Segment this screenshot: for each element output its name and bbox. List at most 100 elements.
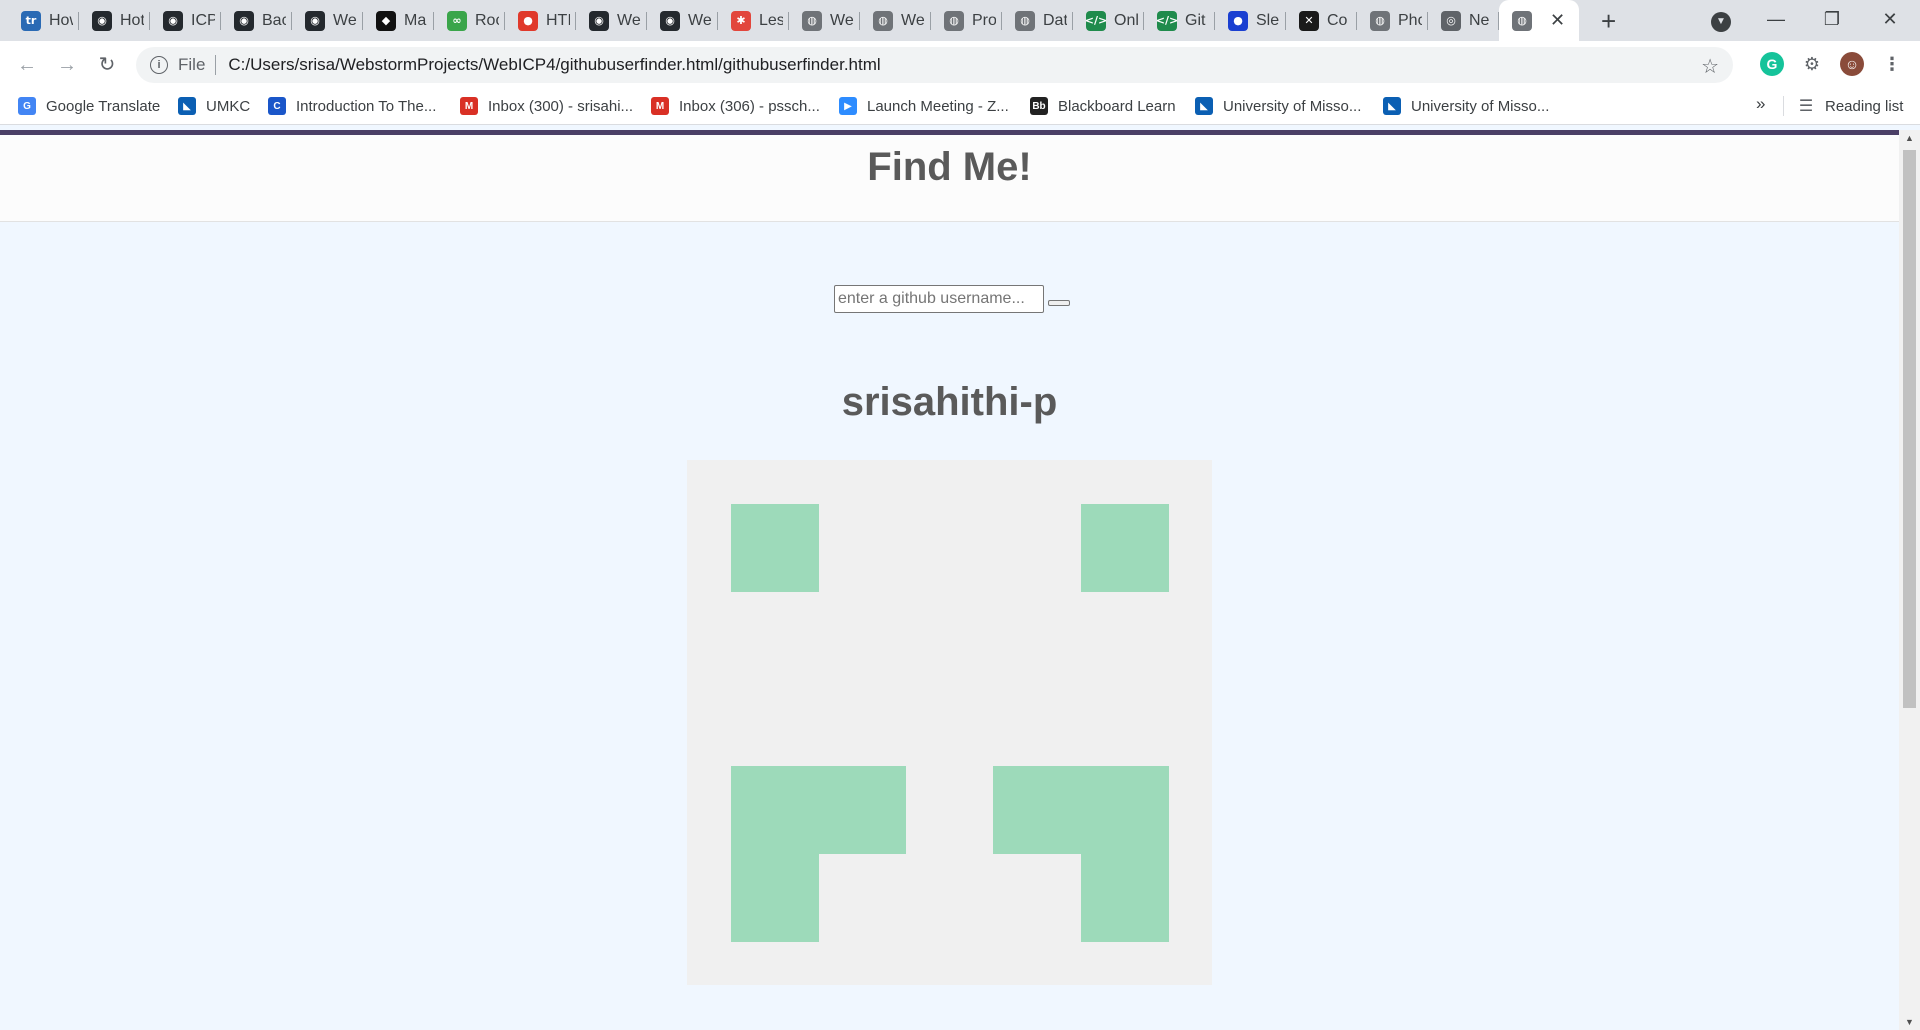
username-search-input[interactable]	[834, 285, 1044, 313]
gear-icon: ✱	[731, 10, 751, 31]
umkc-icon: ◣	[1195, 97, 1213, 115]
globe-icon: ◍	[1370, 10, 1390, 31]
tab-title: Onl	[1114, 11, 1138, 29]
extensions-icon[interactable]: ⚙	[1800, 52, 1824, 76]
browser-tab[interactable]: ◉ Bac	[221, 0, 292, 41]
bookmark-label: Blackboard Learn	[1058, 97, 1176, 115]
address-separator	[215, 55, 217, 75]
scroll-thumb[interactable]	[1903, 150, 1916, 708]
browser-tab[interactable]: ◉ We	[576, 0, 647, 41]
bookmark-item[interactable]: ◣ UMKC	[178, 97, 250, 115]
github-icon: ◉	[660, 10, 680, 31]
address-bar[interactable]: i File C:/Users/srisa/WebstormProjects/W…	[136, 47, 1733, 83]
avatar-block	[1080, 504, 1169, 592]
username-heading: srisahithi-p	[841, 380, 1058, 424]
close-tab-icon[interactable]: ✕	[1550, 10, 1565, 31]
code-icon: </>	[1085, 10, 1107, 31]
github-icon: ◉	[163, 10, 183, 31]
tab-title: Hot	[120, 11, 144, 29]
bookmark-item[interactable]: ◣ University of Misso...	[1383, 97, 1549, 115]
browser-tab[interactable]: ◉ Hot	[79, 0, 150, 41]
browser-tab[interactable]: tr How	[8, 0, 79, 41]
new-tab-button[interactable]: +	[1601, 8, 1616, 34]
url-text[interactable]: C:/Users/srisa/WebstormProjects/WebICP4/…	[228, 55, 880, 75]
reading-list-button[interactable]: ☰ Reading list	[1797, 97, 1904, 116]
bookmark-label: Inbox (300) - srisahi...	[488, 97, 634, 115]
bookmark-item[interactable]: G Google Translate	[18, 97, 160, 115]
bookmark-item[interactable]: M Inbox (300) - srisahi...	[460, 97, 633, 115]
bookmark-star-icon[interactable]: ☆	[1701, 54, 1719, 79]
browser-tab[interactable]: ◉ We	[647, 0, 718, 41]
restore-icon[interactable]: ❐	[1804, 0, 1860, 41]
reload-icon[interactable]: ↻	[93, 51, 121, 79]
close-window-icon[interactable]: ✕	[1862, 0, 1918, 41]
browser-tab[interactable]: ◍ Pro	[931, 0, 1002, 41]
tab-title: Pho	[1398, 11, 1422, 29]
reading-list-label: Reading list	[1825, 97, 1904, 115]
avatar-block	[1080, 766, 1169, 855]
browser-tab[interactable]: ◉ ICP	[150, 0, 221, 41]
minimize-icon[interactable]: —	[1748, 0, 1804, 41]
github-icon: ◉	[305, 10, 325, 31]
avatar-block	[731, 504, 819, 592]
browser-tab[interactable]: ◍ We	[860, 0, 931, 41]
menu-icon[interactable]: ⋮	[1880, 52, 1904, 76]
tab-title: Bac	[262, 11, 286, 29]
browser-tab[interactable]: ✱ Les	[718, 0, 789, 41]
search-button[interactable]	[1048, 300, 1070, 306]
browser-tab[interactable]: ◍ Pho	[1357, 0, 1428, 41]
bookmark-label: Launch Meeting - Z...	[867, 97, 1009, 115]
bookmark-item[interactable]: ▶ Launch Meeting - Z...	[839, 97, 1009, 115]
bookmark-item[interactable]: ◣ University of Misso...	[1195, 97, 1361, 115]
browser-tab[interactable]: ● HTI	[505, 0, 576, 41]
browser-tab[interactable]: ◆ Ma	[363, 0, 434, 41]
bookmark-item[interactable]: Bb Blackboard Learn	[1030, 97, 1176, 115]
bookmarks-overflow-icon[interactable]: »	[1756, 94, 1765, 114]
github-icon: ◉	[92, 10, 112, 31]
info-icon[interactable]: i	[150, 56, 168, 74]
c-icon: C	[268, 97, 286, 115]
tab-title: Sle	[1256, 11, 1280, 29]
zoom-icon: ▶	[839, 97, 857, 115]
browser-tab[interactable]: ✕ Co	[1286, 0, 1357, 41]
grammarly-icon[interactable]: G	[1760, 52, 1784, 76]
code-icon: </>	[1156, 10, 1178, 31]
tab-title: We	[901, 11, 925, 29]
browser-tab[interactable]: </> Onl	[1073, 0, 1144, 41]
browser-tab[interactable]: ◎ Ne	[1428, 0, 1499, 41]
browser-tab[interactable]: ∞ Roc	[434, 0, 505, 41]
bookmark-item[interactable]: M Inbox (306) - pssch...	[651, 97, 820, 115]
bookmark-label: Google Translate	[46, 97, 161, 115]
tab-title: Co	[1327, 11, 1348, 29]
bookmarks-bar: G Google Translate ◣ UMKC C Introduction To T…	[0, 88, 1920, 125]
bookmark-label: Inbox (306) - pssch...	[679, 97, 820, 115]
page-header: Find Me!	[0, 135, 1899, 222]
github-icon: ◉	[234, 10, 254, 31]
gmail-icon: M	[651, 97, 669, 115]
scroll-down-icon[interactable]: ▼	[1899, 1014, 1920, 1030]
forward-icon[interactable]: →	[53, 51, 81, 79]
browser-tab[interactable]: ◍ We	[789, 0, 860, 41]
tab-title: HTI	[546, 11, 570, 29]
blackboard-icon: Bb	[1030, 97, 1048, 115]
tab-title: ICP	[191, 11, 215, 29]
profile-avatar-icon[interactable]: ☺	[1840, 52, 1864, 76]
back-icon[interactable]: ←	[13, 51, 41, 79]
bookmark-item[interactable]: C Introduction To The...	[268, 97, 436, 115]
umkc-icon: ◣	[178, 97, 196, 115]
active-tab[interactable]: ◍ ✕	[1499, 0, 1579, 41]
tab-title: Ma	[404, 11, 427, 29]
browser-tab[interactable]: </> Git	[1144, 0, 1215, 41]
scroll-up-icon[interactable]: ▲	[1899, 130, 1920, 146]
avatar-block	[1080, 853, 1169, 942]
page-scrollbar[interactable]: ▲ ▼	[1899, 130, 1920, 1030]
avatar-block	[731, 853, 819, 942]
browser-tab[interactable]: ◍ Dat	[1002, 0, 1073, 41]
tab-search-icon[interactable]: ▼	[1711, 12, 1731, 32]
browser-tab[interactable]: ◉ We	[292, 0, 363, 41]
avatar-block	[993, 766, 1082, 855]
tab-strip: tr How ◉ Hot ◉ ICP ◉ Bac ◉ We ◆ Ma ∞ Roc ● HTI ◉ We ◉ We ✱ Le…	[0, 0, 1920, 41]
search-row	[834, 285, 1070, 313]
browser-tab[interactable]: ● Sle	[1215, 0, 1286, 41]
globe-icon: ◍	[802, 10, 822, 31]
